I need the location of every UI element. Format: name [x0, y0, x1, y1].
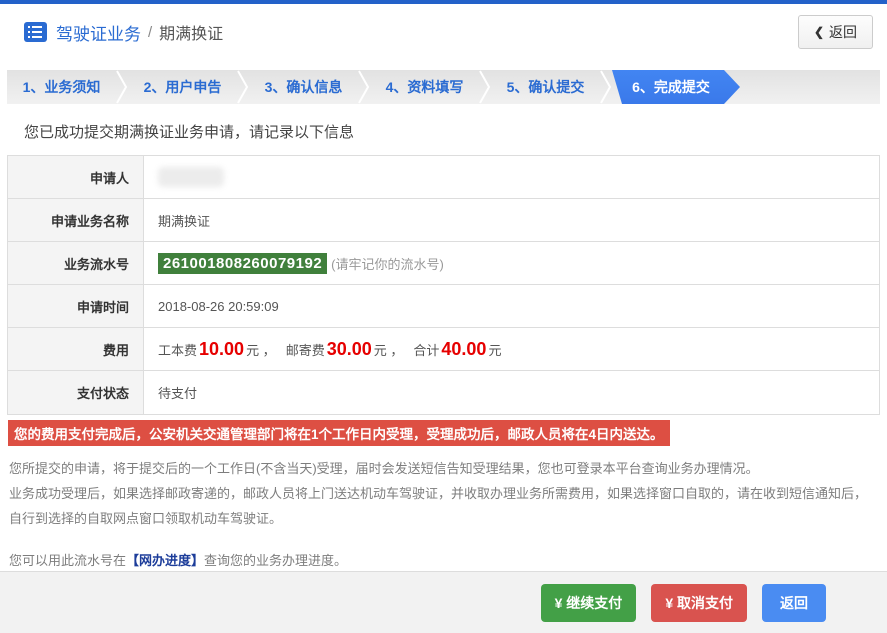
- step-1-business-notice[interactable]: 1、业务须知: [7, 70, 116, 104]
- table-row-applicant: 申请人: [8, 156, 879, 199]
- chevron-separator-icon: [358, 70, 370, 104]
- redacted-name: [158, 167, 224, 187]
- return-button[interactable]: 返回: [762, 583, 826, 622]
- chevron-separator-icon: [116, 70, 128, 104]
- step-3-confirm-info[interactable]: 3、确认信息: [249, 70, 358, 104]
- fee-label-production: 工本费: [158, 342, 198, 358]
- breadcrumb-separator: /: [148, 23, 153, 41]
- table-row-apply-time: 申请时间 2018-08-26 20:59:09: [8, 285, 879, 328]
- continue-payment-button[interactable]: ¥ 继续支付: [540, 583, 637, 622]
- serial-number-hint: (请牢记你的流水号): [331, 256, 444, 272]
- row-value-serial: 261001808260079192 (请牢记你的流水号): [144, 242, 879, 284]
- progress-lookup-note: 您可以用此流水号在【网办进度】查询您的业务办理进度。: [9, 548, 880, 573]
- payment-warning-banner: 您的费用支付完成后，公安机关交通管理部门将在1个工作日内受理，受理成功后，邮政人…: [8, 420, 670, 446]
- chevron-left-icon: ❮: [813, 25, 824, 39]
- step-6-submission-complete-active[interactable]: 6、完成提交: [612, 70, 740, 104]
- row-value-applicant: [144, 156, 879, 198]
- row-label: 申请业务名称: [8, 199, 144, 241]
- notes-section: 您所提交的申请，将于提交后的一个工作日(不含当天)受理，届时会发送短信告知受理结…: [9, 456, 880, 531]
- chevron-separator-icon: [600, 70, 612, 104]
- fee-unit: 元 ，: [246, 342, 276, 358]
- step-navigation: 1、业务须知 2、用户申告 3、确认信息 4、资料填写 5、确认提交 6、完成提…: [7, 70, 880, 104]
- fee-label-postage: 邮寄费: [285, 342, 325, 358]
- row-label: 支付状态: [8, 371, 144, 414]
- row-value-business-name: 期满换证: [158, 213, 211, 229]
- page-header: 驾驶证业务 / 期满换证 ❮ 返回: [0, 4, 887, 60]
- breadcrumb-category: 驾驶证业务: [56, 24, 141, 44]
- application-info-table: 申请人 申请业务名称 期满换证 业务流水号 261001808260079192…: [7, 155, 880, 415]
- step-5-confirm-submit[interactable]: 5、确认提交: [491, 70, 600, 104]
- table-row-payment-status: 支付状态 待支付: [8, 371, 879, 414]
- cancel-payment-button[interactable]: ¥ 取消支付: [651, 583, 747, 622]
- chevron-separator-icon: [237, 70, 249, 104]
- document-list-icon: [24, 22, 47, 42]
- row-value-payment-status: 待支付: [158, 386, 198, 401]
- fee-label-total: 合计: [413, 342, 440, 358]
- serial-number-badge: 261001808260079192: [158, 252, 328, 274]
- chevron-separator-icon: [479, 70, 491, 104]
- note-paragraph-2: 业务成功受理后，如果选择邮政寄递的，邮政人员将上门送达机动车驾驶证，并收取办理业…: [9, 486, 868, 501]
- note-paragraph-1: 您所提交的申请，将于提交后的一个工作日(不含当天)受理，届时会发送短信告知受理结…: [9, 461, 759, 476]
- table-row-fee: 费用 工本费 10.00 元 ， 邮寄费 30.00 元 ， 合计 40.00 …: [8, 328, 879, 371]
- progress-menu-reference: 【网办进度】: [126, 553, 205, 568]
- step-4-fill-materials[interactable]: 4、资料填写: [370, 70, 479, 104]
- back-button[interactable]: ❮ 返回: [797, 15, 873, 49]
- table-row-serial-number: 业务流水号 261001808260079192 (请牢记你的流水号): [8, 242, 879, 285]
- note-paragraph-3: 自行到选择的自取网点窗口领取机动车驾驶证。: [9, 511, 283, 526]
- fee-amount-postage: 30.00: [326, 338, 372, 359]
- row-value-apply-time: 2018-08-26 20:59:09: [158, 298, 279, 314]
- breadcrumb-current: 期满换证: [159, 26, 224, 43]
- fee-amount-total: 40.00: [441, 338, 487, 359]
- action-footer: ¥ 继续支付 ¥ 取消支付 返回: [0, 571, 887, 633]
- progress-note-suffix: 查询您的业务办理进度。: [204, 553, 348, 568]
- fee-unit: 元: [488, 342, 502, 358]
- progress-note-prefix: 您可以用此流水号在: [9, 553, 127, 568]
- row-label: 业务流水号: [8, 242, 144, 284]
- content-card: 1、业务须知 2、用户申告 3、确认信息 4、资料填写 5、确认提交 6、完成提…: [7, 70, 880, 586]
- fee-amount-production: 10.00: [199, 338, 245, 359]
- table-row-business-name: 申请业务名称 期满换证: [8, 199, 879, 242]
- fee-unit: 元 ，: [373, 342, 404, 358]
- row-label: 申请时间: [8, 285, 144, 327]
- row-value-fee: 工本费 10.00 元 ， 邮寄费 30.00 元 ， 合计 40.00 元: [144, 328, 879, 370]
- row-label: 申请人: [8, 156, 144, 198]
- step-2-user-declaration[interactable]: 2、用户申告: [128, 70, 237, 104]
- back-button-label: 返回: [829, 24, 857, 40]
- success-message: 您已成功提交期满换证业务申请，请记录以下信息: [24, 124, 355, 141]
- step-bar-filler: [740, 70, 880, 104]
- row-label: 费用: [8, 328, 144, 370]
